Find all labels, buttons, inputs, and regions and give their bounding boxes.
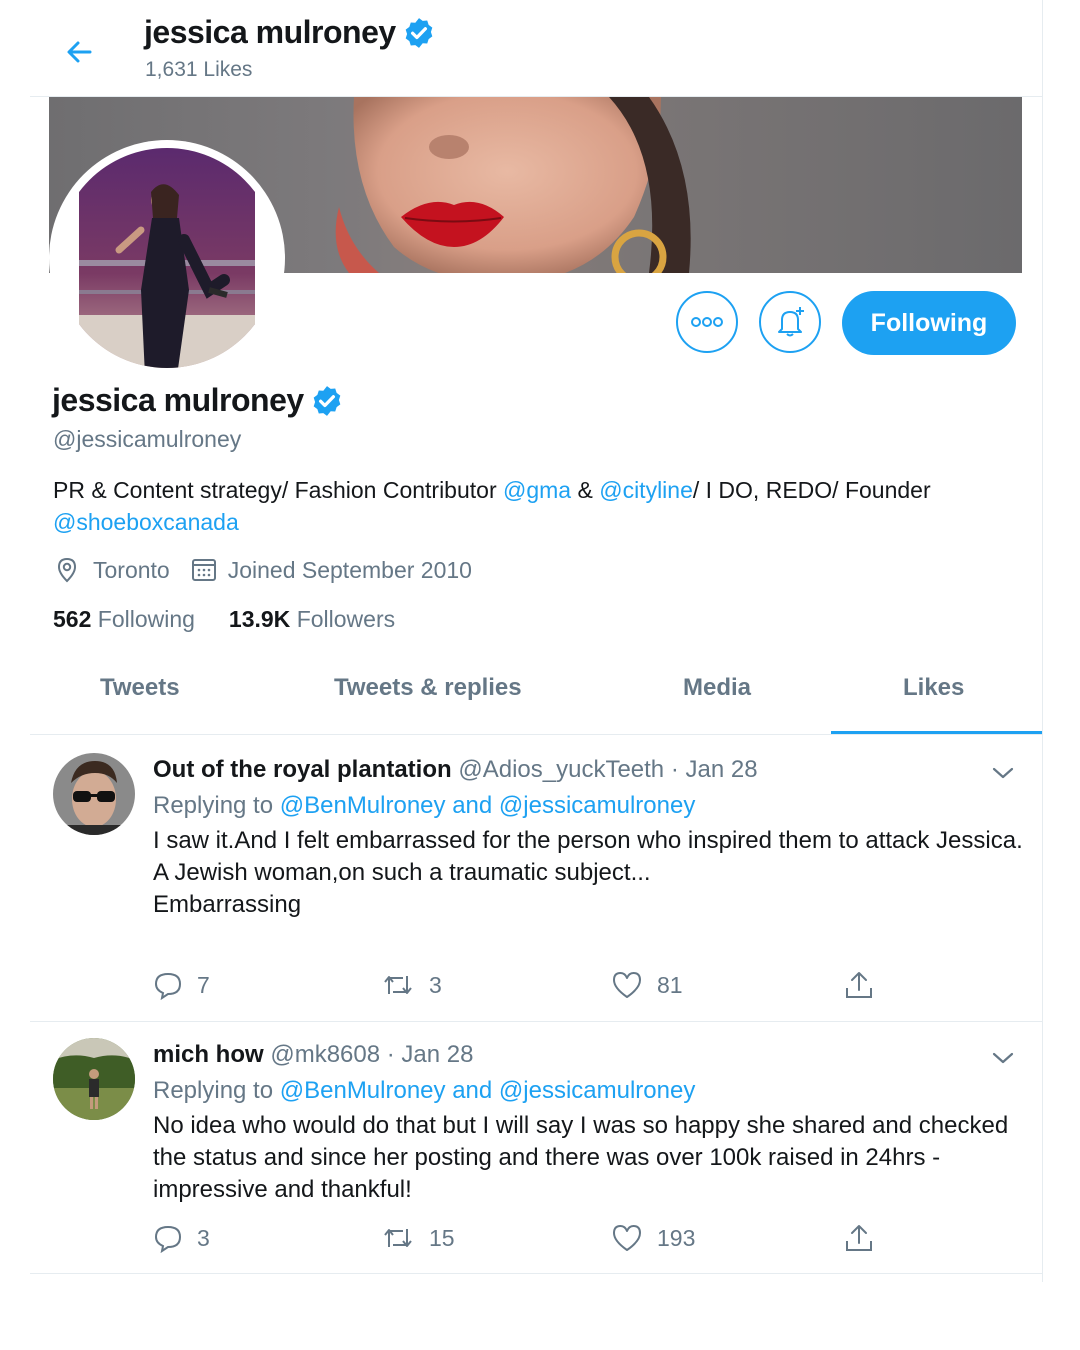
chevron-down-icon[interactable] (988, 1043, 1018, 1073)
like-count: 193 (657, 1224, 696, 1251)
replying-prefix: Replying to (153, 792, 274, 819)
likes-count: 1,631 Likes (145, 58, 253, 81)
profile-meta: Toronto Joined September 2010 (53, 556, 492, 584)
profile-name: jessica mulroney (52, 382, 304, 418)
reply-icon (154, 1225, 182, 1253)
more-options-button[interactable] (676, 291, 738, 353)
replying-to: Replying to @BenMulroney and @jessicamul… (153, 792, 695, 820)
tweet-author-name[interactable]: Out of the royal plantation (153, 756, 452, 783)
reply-icon (154, 972, 182, 1000)
like-icon (613, 1225, 641, 1251)
replying-to-mentions[interactable]: @BenMulroney and @jessicamulroney (280, 792, 696, 819)
reply-count: 7 (197, 971, 210, 998)
tweet-author-name[interactable]: mich how (153, 1041, 264, 1068)
tweet-author-avatar[interactable] (53, 753, 135, 835)
tweet-header: Out of the royal plantation @Adios_yuckT… (153, 756, 758, 784)
followers-label: Followers (296, 606, 396, 632)
followers-count: 13.9K (228, 606, 291, 632)
header-title: jessica mulroney (144, 14, 436, 51)
following-label: Following (97, 606, 195, 632)
tab-media[interactable]: Media (683, 674, 751, 702)
like-action[interactable]: 193 (611, 1223, 695, 1253)
tweet-text: No idea who would do that but I will say… (153, 1112, 1009, 1203)
replying-prefix: Replying to (153, 1077, 274, 1104)
tab-tweets[interactable]: Tweets (100, 674, 180, 702)
bio-text: & (571, 477, 600, 503)
bio-text: / I DO, REDO/ Founder (692, 477, 931, 503)
profile-name-row: jessica mulroney (52, 382, 344, 419)
bio-mention-shoeboxcanada[interactable]: @shoeboxcanada (53, 509, 239, 535)
calendar-icon (191, 559, 216, 581)
tweet-card[interactable]: Out of the royal plantation @Adios_yuckT… (30, 735, 1042, 1022)
tweet-header: mich how @mk8608 · Jan 28 (153, 1041, 473, 1069)
notification-bell-icon (778, 307, 804, 337)
following-stat[interactable]: 562 Following (53, 606, 195, 633)
retweet-icon (384, 1229, 412, 1247)
following-button[interactable]: Following (842, 291, 1016, 355)
like-count: 81 (657, 971, 683, 998)
joined-text: Joined September 2010 (227, 556, 472, 583)
profile-avatar[interactable] (49, 140, 285, 376)
retweet-action[interactable]: 15 (381, 1223, 455, 1253)
tab-tweets-replies[interactable]: Tweets & replies (334, 674, 522, 702)
retweet-count: 15 (429, 1224, 455, 1251)
header-name: jessica mulroney (144, 14, 396, 50)
more-icon (691, 317, 723, 327)
notifications-button[interactable] (759, 291, 821, 353)
bio-mention-cityline[interactable]: @cityline (599, 477, 693, 503)
profile-tabs: Tweets Tweets & replies Media Likes (30, 660, 1042, 735)
tweet-author-handle[interactable]: @mk8608 (270, 1041, 380, 1068)
bio-text: PR & Content strategy/ Fashion Contribut… (53, 477, 503, 503)
share-action[interactable] (843, 970, 889, 1000)
location-pin-icon (57, 557, 77, 583)
following-count: 562 (53, 606, 92, 632)
tweet-actions: 7 3 81 (153, 970, 893, 1004)
replying-to: Replying to @BenMulroney and @jessicamul… (153, 1077, 695, 1105)
back-arrow-icon[interactable] (60, 32, 100, 72)
location-text: Toronto (93, 556, 170, 583)
retweet-icon (384, 976, 412, 994)
tweet-date[interactable]: · Jan 28 (671, 756, 758, 783)
share-icon (846, 1225, 872, 1251)
location-item: Toronto (53, 556, 170, 584)
tweet-card[interactable]: mich how @mk8608 · Jan 28 Replying to @B… (30, 1021, 1042, 1274)
profile-stats: 562 Following 13.9K Followers (53, 606, 429, 633)
share-icon (846, 972, 872, 998)
profile-handle: @jessicamulroney (53, 426, 242, 452)
like-action[interactable]: 81 (611, 970, 683, 1000)
tweet-author-handle[interactable]: @Adios_yuckTeeth (458, 756, 664, 783)
bio-mention-gma[interactable]: @gma (503, 477, 571, 503)
reply-action[interactable]: 7 (153, 970, 210, 1000)
verified-badge-icon (405, 17, 433, 48)
tweet-text: I saw it.And I felt embarrassed for the … (153, 827, 1023, 918)
share-action[interactable] (843, 1223, 889, 1253)
retweet-count: 3 (429, 971, 442, 998)
like-icon (613, 972, 641, 998)
verified-badge-icon (313, 385, 341, 416)
active-tab-indicator (831, 731, 1042, 734)
profile-bio: PR & Content strategy/ Fashion Contribut… (53, 474, 1013, 538)
tweet-author-avatar[interactable] (53, 1038, 135, 1120)
reply-count: 3 (197, 1224, 210, 1251)
tweet-actions: 3 15 193 (153, 1223, 893, 1257)
tab-likes[interactable]: Likes (903, 674, 964, 702)
reply-action[interactable]: 3 (153, 1223, 210, 1253)
followers-stat[interactable]: 13.9K Followers (229, 606, 395, 633)
tweet-date[interactable]: · Jan 28 (387, 1041, 474, 1068)
retweet-action[interactable]: 3 (381, 970, 442, 1000)
joined-item: Joined September 2010 (190, 556, 472, 584)
replying-to-mentions[interactable]: @BenMulroney and @jessicamulroney (280, 1077, 696, 1104)
chevron-down-icon[interactable] (988, 758, 1018, 788)
